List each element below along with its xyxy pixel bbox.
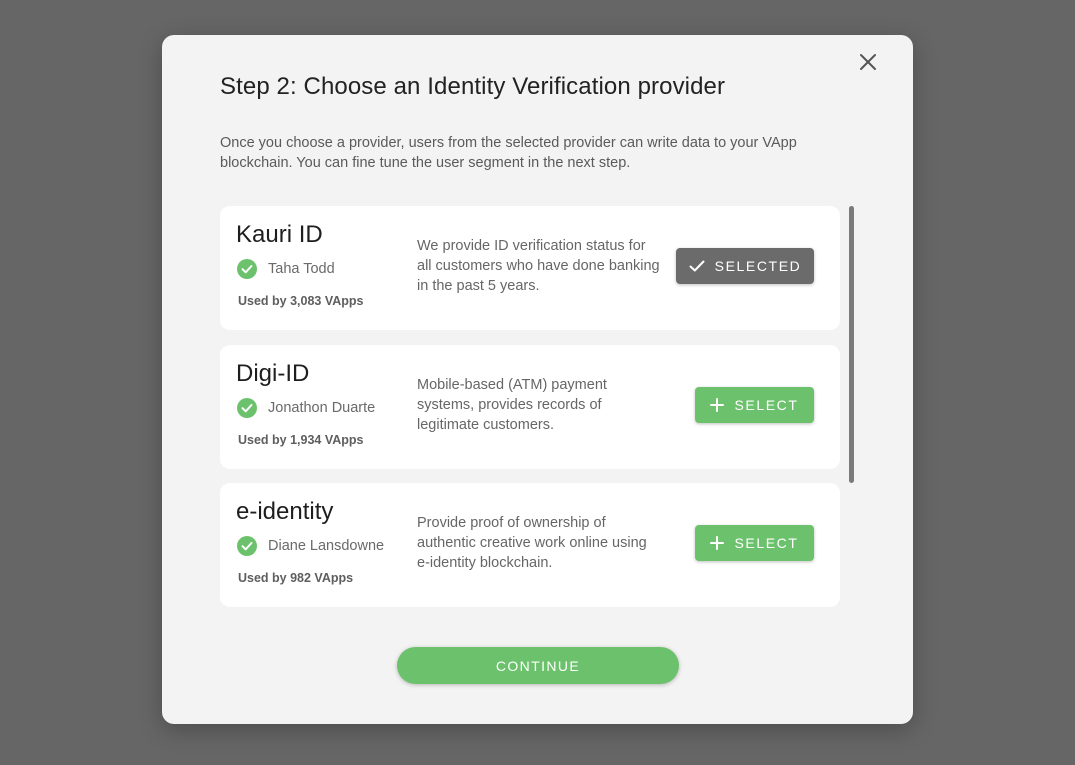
- dialog-title: Step 2: Choose an Identity Verification …: [220, 73, 726, 100]
- provider-card-kauri-id: Kauri ID Taha Todd Used by 3,083 VApps W…: [220, 206, 840, 330]
- provider-usage: Used by 3,083 VApps: [238, 294, 364, 308]
- provider-usage: Used by 982 VApps: [238, 571, 354, 585]
- check-icon: [689, 260, 705, 272]
- selected-button-label: SELECTED: [714, 258, 802, 274]
- provider-usage: Used by 1,934 VApps: [238, 433, 364, 447]
- provider-name: Digi-ID: [236, 360, 310, 387]
- provider-description: Mobile-based (ATM) payment systems, prov…: [417, 377, 607, 433]
- select-button[interactable]: SELECT: [695, 387, 814, 423]
- close-button[interactable]: [857, 51, 879, 73]
- verified-check-icon: [237, 536, 257, 556]
- continue-button[interactable]: CONTINUE: [397, 647, 679, 684]
- continue-button-label: CONTINUE: [495, 657, 581, 674]
- verified-check-icon: [237, 398, 257, 418]
- select-button-label: SELECT: [734, 397, 799, 413]
- plus-icon: [710, 398, 725, 412]
- provider-card-digi-id: Digi-ID Jonathon Duarte Used by 1,934 VA…: [220, 345, 840, 469]
- plus-icon: [710, 536, 725, 550]
- provider-description: We provide ID verification status for al…: [417, 238, 660, 294]
- provider-dialog: Step 2: Choose an Identity Verification …: [162, 35, 913, 724]
- provider-name: e-identity: [236, 498, 334, 525]
- provider-name: Kauri ID: [236, 221, 323, 248]
- verified-check-icon: [237, 259, 257, 279]
- select-button[interactable]: SELECT: [695, 525, 814, 561]
- provider-list[interactable]: Kauri ID Taha Todd Used by 3,083 VApps W…: [220, 206, 840, 611]
- list-scrollbar[interactable]: [849, 206, 854, 483]
- provider-description: Provide proof of ownership of authentic …: [417, 515, 647, 571]
- select-button-label: SELECT: [734, 535, 799, 551]
- provider-card-e-identity: e-identity Diane Lansdowne Used by 982 V…: [220, 483, 840, 607]
- provider-verifier: Diane Lansdowne: [268, 538, 385, 554]
- provider-verifier: Jonathon Duarte: [268, 400, 376, 416]
- selected-button[interactable]: SELECTED: [676, 248, 814, 284]
- provider-verifier: Taha Todd: [268, 261, 335, 277]
- close-icon: [860, 54, 876, 70]
- dialog-description: Once you choose a provider, users from t…: [220, 135, 797, 171]
